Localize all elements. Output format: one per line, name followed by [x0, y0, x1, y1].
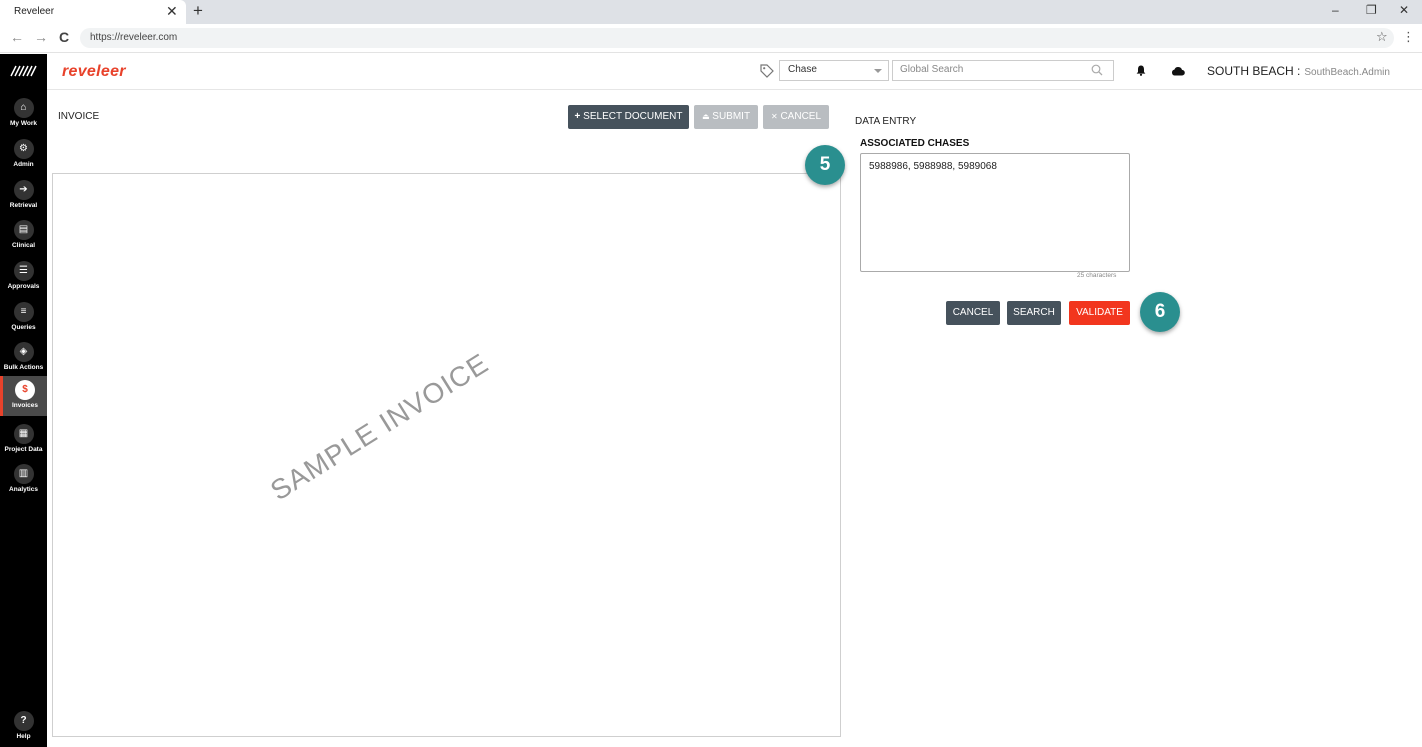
select-document-label: SELECT DOCUMENT	[583, 111, 683, 122]
home-icon: ⌂	[13, 98, 34, 118]
plus-icon: +	[574, 111, 581, 122]
associated-chases-value: 5988986, 5988988, 5989068	[869, 161, 997, 172]
sidebar-item-label: Project Data	[4, 446, 43, 453]
validate-button[interactable]: VALIDATE	[1069, 301, 1130, 325]
search-icon[interactable]	[1091, 64, 1103, 76]
sidebar-item-label: Invoices	[11, 402, 38, 409]
chase-select[interactable]: Chase	[779, 60, 889, 81]
sidebar-item-help[interactable]: ? Help	[0, 707, 47, 747]
browser-tab[interactable]: Reveleer ✕	[0, 0, 186, 24]
sidebar: ⌂ My Work ⚙ Admin ➔ Retrieval ▤ Clinical…	[0, 54, 47, 747]
close-icon: ✕	[770, 112, 778, 121]
url-text: https://reveleer.com	[90, 32, 178, 43]
browser-tab-strip: Reveleer ✕ + – ❐ ✕	[0, 0, 1422, 24]
sidebar-item-label: Queries	[11, 324, 36, 331]
sidebar-item-approvals[interactable]: ☰ Approvals	[0, 257, 47, 297]
document-viewer[interactable]	[52, 173, 841, 737]
search-button[interactable]: SEARCH	[1007, 301, 1061, 325]
data-entry-title: DATA ENTRY	[855, 116, 917, 127]
help-icon: ?	[13, 711, 34, 731]
reload-button[interactable]: C	[59, 29, 69, 45]
restore-button[interactable]: ❐	[1366, 3, 1377, 17]
address-bar-row: ← → C https://reveleer.com ☆ ⋮	[0, 24, 1422, 53]
associated-chases-label: ASSOCIATED CHASES	[860, 138, 970, 149]
browser-menu-icon[interactable]: ⋮	[1402, 29, 1415, 45]
global-search-placeholder: Global Search	[900, 64, 964, 75]
sidebar-item-admin[interactable]: ⚙ Admin	[0, 135, 47, 175]
tab-close-icon[interactable]: ✕	[166, 3, 178, 20]
cloud-icon[interactable]	[1171, 66, 1185, 76]
select-document-button[interactable]: + SELECT DOCUMENT	[568, 105, 689, 129]
arrow-right-icon: ➔	[13, 180, 34, 200]
sidebar-item-label: Admin	[13, 161, 34, 168]
window-close-button[interactable]: ✕	[1399, 3, 1409, 17]
sidebar-item-queries[interactable]: ≡ Queries	[0, 298, 47, 338]
dollar-icon: $	[15, 380, 35, 400]
tab-title: Reveleer	[14, 6, 55, 17]
sidebar-item-invoices[interactable]: $ Invoices	[0, 376, 47, 416]
checklist-icon: ☰	[13, 261, 34, 281]
bell-icon[interactable]	[1136, 65, 1146, 76]
bar-chart-icon: ▥	[13, 464, 34, 484]
invoice-cancel-label: CANCEL	[780, 111, 822, 122]
sidebar-item-label: My Work	[10, 120, 37, 127]
chase-select-value: Chase	[788, 64, 817, 75]
chevron-down-icon	[874, 69, 882, 73]
org-user: SouthBeach.Admin	[1304, 67, 1390, 78]
back-button[interactable]: ←	[10, 29, 24, 45]
organization-label: SOUTH BEACH : SouthBeach.Admin	[1207, 64, 1390, 78]
layers-icon: ◈	[13, 342, 34, 362]
global-search-input[interactable]: Global Search	[892, 60, 1114, 81]
sidebar-item-bulk-actions[interactable]: ◈ Bulk Actions	[0, 338, 47, 378]
upload-icon: ⏏	[701, 112, 710, 121]
new-tab-button[interactable]: +	[193, 1, 203, 21]
url-field[interactable]: https://reveleer.com	[80, 28, 1394, 48]
table-icon: ▦	[13, 424, 34, 444]
sidebar-item-my-work[interactable]: ⌂ My Work	[0, 94, 47, 134]
step-5-callout: 5	[805, 145, 845, 185]
gear-icon: ⚙	[13, 139, 34, 159]
bookmark-star-icon[interactable]: ☆	[1376, 29, 1388, 45]
invoice-cancel-button[interactable]: ✕ CANCEL	[763, 105, 829, 129]
data-entry-cancel-button[interactable]: CANCEL	[946, 301, 1000, 325]
sidebar-item-label: Retrieval	[9, 202, 38, 209]
tag-icon	[760, 64, 774, 78]
reveleer-logo[interactable]: reveleer	[62, 63, 126, 81]
character-count: 25 characters	[1077, 272, 1117, 279]
document-icon: ▤	[13, 220, 34, 240]
step-6-callout: 6	[1140, 292, 1180, 332]
sidebar-item-retrieval[interactable]: ➔ Retrieval	[0, 176, 47, 216]
sidebar-item-clinical[interactable]: ▤ Clinical	[0, 216, 47, 256]
sidebar-item-label: Clinical	[11, 242, 36, 249]
associated-chases-textarea[interactable]: 5988986, 5988988, 5989068	[860, 153, 1130, 272]
sidebar-item-label: Analytics	[9, 486, 38, 493]
sidebar-item-label: Help	[16, 733, 31, 740]
sidebar-item-label: Approvals	[7, 283, 40, 290]
sidebar-item-label: Bulk Actions	[3, 364, 44, 371]
invoice-title: INVOICE	[58, 111, 100, 122]
submit-label: SUBMIT	[712, 111, 751, 122]
app-header: reveleer Chase Global Search SOUTH BEACH…	[47, 54, 1422, 90]
minimize-button[interactable]: –	[1332, 3, 1339, 17]
forward-button[interactable]: →	[34, 29, 48, 45]
org-name: SOUTH BEACH :	[1207, 64, 1301, 78]
sidebar-item-project-data[interactable]: ▦ Project Data	[0, 420, 47, 460]
list-icon: ≡	[13, 302, 34, 322]
reveleer-mark-icon[interactable]	[10, 64, 38, 78]
sidebar-item-analytics[interactable]: ▥ Analytics	[0, 460, 47, 500]
submit-button[interactable]: ⏏ SUBMIT	[694, 105, 758, 129]
